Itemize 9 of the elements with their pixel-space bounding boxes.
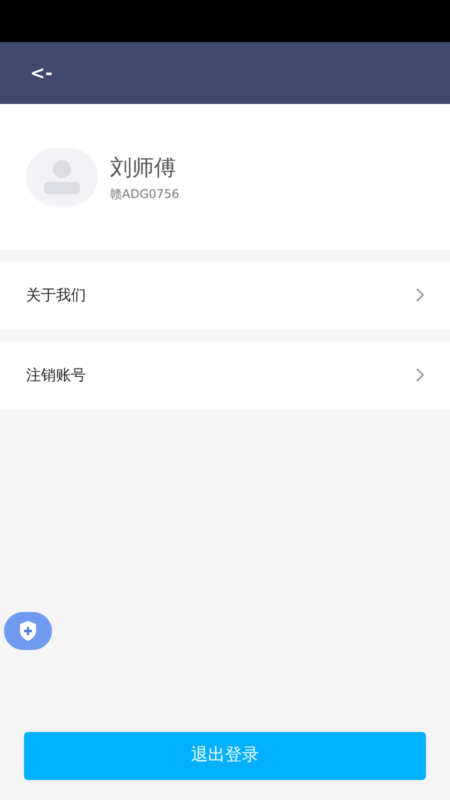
plate-number: 赣ADG0756	[110, 186, 180, 202]
back-button[interactable]: <-	[30, 60, 53, 86]
menu-item[interactable]: 关于我们	[0, 261, 450, 329]
menu-item[interactable]: 注销账号	[0, 341, 450, 409]
user-name: 刘师傅	[110, 154, 177, 182]
chevron-icon	[416, 368, 424, 382]
chevron-icon	[416, 288, 424, 302]
shield-plus-icon	[18, 620, 38, 642]
shield-button[interactable]	[4, 612, 52, 650]
